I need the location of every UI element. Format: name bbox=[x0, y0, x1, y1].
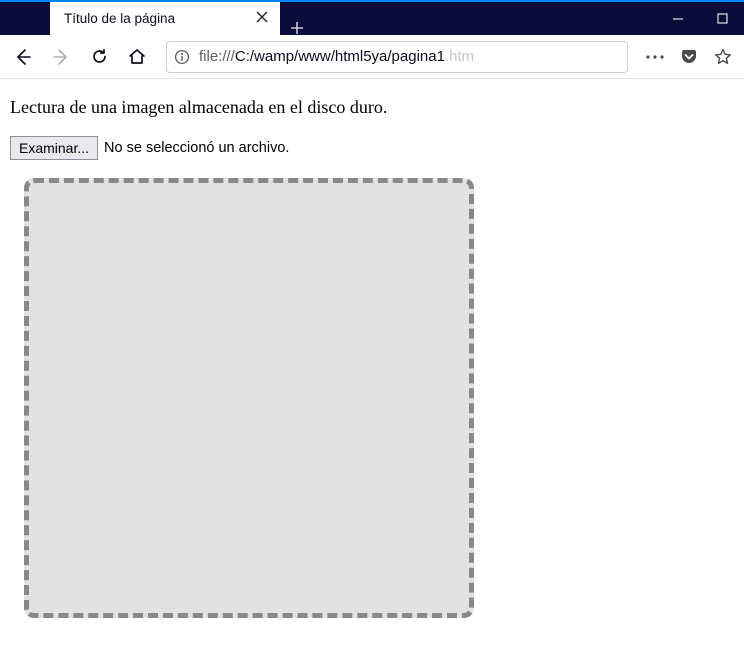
pocket-button[interactable] bbox=[674, 42, 704, 72]
titlebar: Título de la página bbox=[0, 2, 744, 35]
minimize-button[interactable] bbox=[656, 2, 700, 35]
new-tab-button[interactable] bbox=[280, 21, 314, 35]
image-drop-canvas[interactable] bbox=[24, 178, 474, 618]
page-heading: Lectura de una imagen almacenada en el d… bbox=[10, 97, 734, 118]
reload-button[interactable] bbox=[82, 40, 116, 74]
tab-active[interactable]: Título de la página bbox=[50, 2, 280, 35]
maximize-button[interactable] bbox=[700, 2, 744, 35]
url-bar[interactable]: file:///C:/wamp/www/html5ya/pagina1.htm bbox=[166, 41, 628, 73]
back-button[interactable] bbox=[6, 40, 40, 74]
close-icon[interactable] bbox=[254, 9, 270, 29]
page-actions-button[interactable] bbox=[640, 42, 670, 72]
window-controls bbox=[656, 2, 744, 35]
url-scheme: file:/// bbox=[199, 48, 235, 65]
file-browse-button[interactable]: Examinar... bbox=[10, 136, 98, 160]
url-path: C:/wamp/www/html5ya/pagina1 bbox=[235, 48, 445, 65]
forward-button[interactable] bbox=[44, 40, 78, 74]
url-ext: .htm bbox=[445, 48, 474, 65]
file-input-row: Examinar... No se seleccionó un archivo. bbox=[10, 136, 734, 160]
tab-strip: Título de la página bbox=[0, 2, 314, 35]
url-text: file:///C:/wamp/www/html5ya/pagina1.htm bbox=[199, 48, 621, 65]
home-button[interactable] bbox=[120, 40, 154, 74]
nav-toolbar: file:///C:/wamp/www/html5ya/pagina1.htm bbox=[0, 35, 744, 79]
titlebar-drag-region[interactable] bbox=[314, 2, 656, 35]
page-info-icon[interactable] bbox=[173, 48, 191, 66]
tab-title: Título de la página bbox=[64, 11, 244, 26]
page-content: Lectura de una imagen almacenada en el d… bbox=[0, 79, 744, 628]
bookmark-star-button[interactable] bbox=[708, 42, 738, 72]
file-status-text: No se seleccionó un archivo. bbox=[104, 140, 289, 156]
